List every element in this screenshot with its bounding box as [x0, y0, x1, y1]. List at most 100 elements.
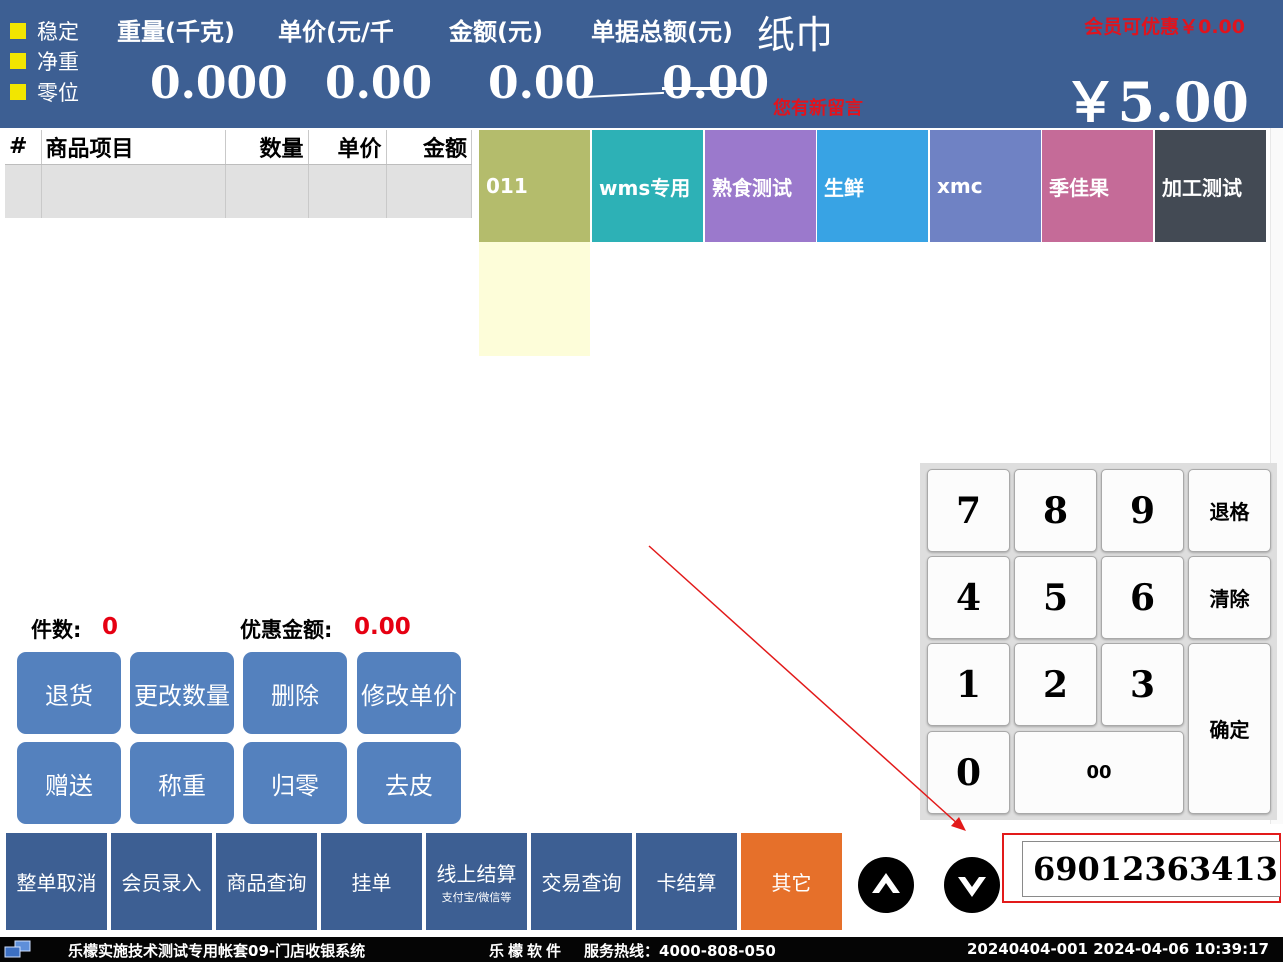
zero-indicator-icon [10, 84, 26, 100]
current-product-name: 纸巾 [757, 13, 834, 57]
member-discount-notice: 会员可优惠￥0.00 [1084, 16, 1245, 38]
column-header-product: 商品项目 [41, 130, 226, 165]
barcode-input-highlight [1002, 833, 1281, 903]
discount-amount-label: 优惠金额: [240, 618, 333, 642]
weigh-button[interactable]: 称重 [130, 742, 234, 824]
category-label: 生鲜 [824, 175, 864, 200]
zero-button[interactable]: 归零 [243, 742, 347, 824]
category-label: 季佳果 [1049, 175, 1109, 200]
backspace-key[interactable]: 退格 [1188, 469, 1271, 552]
unit-price-value: 0.00 [325, 58, 433, 109]
delete-button[interactable]: 删除 [243, 652, 347, 734]
total-amount: ￥5.00 [1063, 70, 1249, 134]
transaction-query-button[interactable]: 交易查询 [531, 833, 632, 930]
bill-total-strike [662, 87, 748, 90]
column-header-index: # [5, 130, 42, 165]
online-checkout-label: 线上结算 [436, 862, 517, 886]
key-1[interactable]: 1 [927, 643, 1010, 726]
key-7[interactable]: 7 [927, 469, 1010, 552]
category-processing-test[interactable]: 加工测试 [1155, 130, 1266, 242]
online-checkout-button[interactable]: 线上结算 支付宝/微信等 [426, 833, 527, 930]
order-info: 20240404-001 2024-04-06 10:39:17 [966, 940, 1269, 958]
network-status-icon [4, 940, 31, 958]
other-label: 其它 [771, 871, 812, 895]
table-cell [386, 164, 472, 218]
bill-total-label: 单据总额(元) [591, 18, 733, 46]
category-fresh[interactable]: 生鲜 [817, 130, 928, 242]
change-price-button[interactable]: 修改单价 [357, 652, 461, 734]
member-entry-label: 会员录入 [121, 871, 202, 895]
barcode-input[interactable] [1022, 841, 1280, 897]
amount-value: 0.00 [488, 58, 596, 109]
net-weight-indicator-icon [10, 53, 26, 69]
status-net-weight: 净重 [10, 46, 79, 76]
confirm-key[interactable]: 确定 [1188, 643, 1271, 814]
clear-key[interactable]: 清除 [1188, 556, 1271, 639]
system-name: 乐檬实施技术测试专用帐套09-门店收银系统 [68, 942, 366, 960]
bill-total-value: 0.00 [662, 58, 770, 109]
table-row[interactable] [5, 164, 472, 218]
category-jijiaguo[interactable]: 季佳果 [1042, 130, 1153, 242]
member-entry-button[interactable]: 会员录入 [111, 833, 212, 930]
table-cell [225, 164, 309, 218]
weight-label: 重量(千克) [117, 18, 235, 46]
category-xmc[interactable]: xmc [930, 130, 1041, 242]
key-00[interactable]: 00 [1014, 731, 1184, 814]
chevron-down-icon [958, 877, 986, 897]
category-label: 加工测试 [1162, 175, 1242, 200]
hold-order-button[interactable]: 挂单 [321, 833, 422, 930]
category-label: xmc [937, 174, 983, 198]
status-stable: 稳定 [10, 16, 79, 46]
status-zero: 零位 [10, 77, 79, 107]
service-hotline: 服务热线：4000-808-050 [584, 942, 776, 960]
table-cell [308, 164, 387, 218]
status-net-weight-label: 净重 [37, 50, 79, 74]
table-cell [5, 164, 42, 218]
items-table: # 商品项目 数量 单价 金额 [5, 130, 472, 218]
numeric-keypad: 7 8 9 退格 4 5 6 清除 1 2 3 确定 0 00 [920, 463, 1277, 820]
key-5[interactable]: 5 [1014, 556, 1097, 639]
transaction-query-label: 交易查询 [541, 871, 622, 895]
item-count-value: 0 [102, 614, 119, 640]
category-011[interactable]: 011 [479, 130, 590, 242]
cancel-order-button[interactable]: 整单取消 [6, 833, 107, 930]
vendor-name: 乐檬软件 [489, 942, 566, 960]
category-deli-test[interactable]: 熟食测试 [705, 130, 816, 242]
category-label: wms专用 [599, 175, 691, 200]
key-8[interactable]: 8 [1014, 469, 1097, 552]
key-2[interactable]: 2 [1014, 643, 1097, 726]
column-header-amount: 金额 [386, 130, 472, 165]
key-4[interactable]: 4 [927, 556, 1010, 639]
card-checkout-label: 卡结算 [656, 871, 717, 895]
header-panel: 稳定 净重 零位 重量(千克) 单价(元/千 金额(元) 单据总额(元) 纸巾 … [0, 0, 1283, 134]
cancel-order-label: 整单取消 [16, 871, 97, 895]
return-button[interactable]: 退货 [17, 652, 121, 734]
table-cell [41, 164, 226, 218]
status-bar: 乐檬实施技术测试专用帐套09-门店收银系统 乐檬软件 服务热线：4000-808… [0, 937, 1283, 962]
unit-price-label: 单价(元/千 [278, 18, 394, 46]
key-0[interactable]: 0 [927, 731, 1010, 814]
scroll-down-button[interactable] [944, 857, 1000, 913]
category-empty-slot [479, 242, 590, 356]
table-header-row: # 商品项目 数量 单价 金额 [5, 130, 472, 165]
tare-button[interactable]: 去皮 [357, 742, 461, 824]
weight-value: 0.000 [150, 58, 288, 109]
category-label: 011 [486, 174, 528, 198]
category-label: 熟食测试 [712, 175, 792, 200]
category-wms[interactable]: wms专用 [592, 130, 703, 242]
scroll-up-button[interactable] [858, 857, 914, 913]
key-9[interactable]: 9 [1101, 469, 1184, 552]
key-3[interactable]: 3 [1101, 643, 1184, 726]
product-search-button[interactable]: 商品查询 [216, 833, 317, 930]
product-search-label: 商品查询 [226, 871, 307, 895]
change-quantity-button[interactable]: 更改数量 [130, 652, 234, 734]
gift-button[interactable]: 赠送 [17, 742, 121, 824]
column-header-unit-price: 单价 [308, 130, 387, 165]
new-message-link[interactable]: 您有新留言 [773, 94, 863, 120]
key-6[interactable]: 6 [1101, 556, 1184, 639]
chevron-up-icon [872, 873, 900, 893]
other-button[interactable]: 其它 [741, 833, 842, 930]
card-checkout-button[interactable]: 卡结算 [636, 833, 737, 930]
stable-indicator-icon [10, 23, 26, 39]
status-zero-label: 零位 [37, 81, 79, 105]
